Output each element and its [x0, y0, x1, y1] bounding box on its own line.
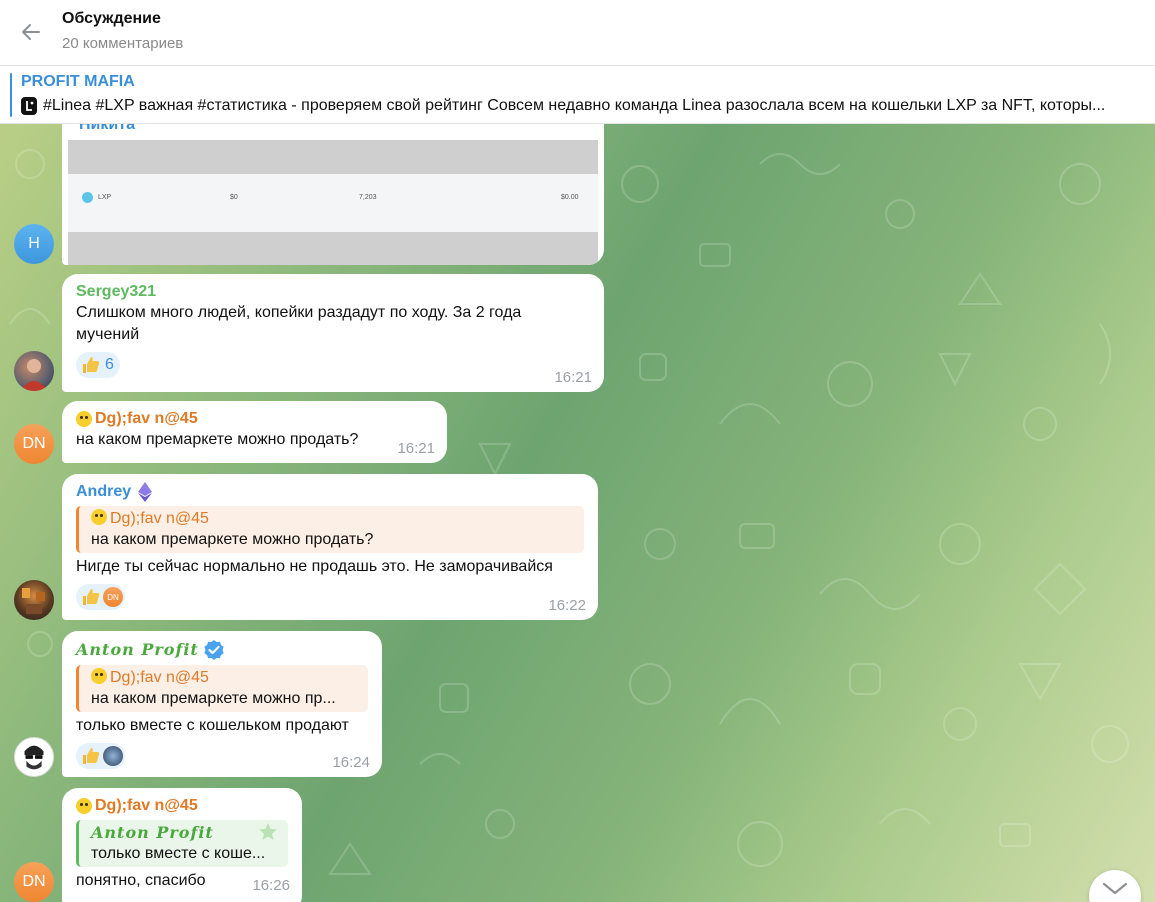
- message-text: только вместе с кошельком продают: [76, 717, 349, 734]
- message-list[interactable]: Никита LXP $0 7,203 $0.00 Н Sergey321 Сл…: [0, 124, 1155, 902]
- sender-name-text: Anton Profit: [76, 640, 199, 659]
- reply-sender-text: Dg);fav n@45: [110, 669, 209, 686]
- user-photo-icon: [20, 359, 48, 391]
- chevron-down-icon: [1102, 882, 1128, 895]
- reply-text: на каком премаркете можно продать?: [91, 531, 374, 548]
- message-text: на каком премаркете можно продать?: [76, 431, 359, 448]
- avatar[interactable]: [14, 737, 54, 777]
- avatar[interactable]: DN: [14, 424, 54, 464]
- reaction-pill[interactable]: DN: [76, 584, 125, 610]
- user-photo-icon: [24, 745, 44, 770]
- pinned-post[interactable]: PROFIT MAFIA #Linea #LXP важная #статист…: [0, 66, 1155, 124]
- thumbs-up-icon: [83, 748, 100, 764]
- sender-name[interactable]: Dg);fav n@45: [76, 796, 288, 816]
- table-cell-amount: 7,203: [359, 194, 377, 201]
- pinned-text-row: #Linea #LXP важная #статистика - проверя…: [21, 95, 1149, 117]
- reactions: [76, 743, 368, 769]
- thumbs-up-icon: [83, 589, 100, 605]
- page-title: Обсуждение: [62, 10, 161, 27]
- message-time: 16:21: [397, 440, 435, 457]
- image-table-row: LXP $0 7,203 $0.00: [82, 186, 592, 212]
- smiley-emoji-icon: [76, 798, 92, 814]
- reply-quote[interactable]: Dg);fav n@45 на каком премаркете можно п…: [76, 665, 368, 712]
- table-cell-price: $0: [230, 194, 238, 201]
- smiley-emoji-icon: [76, 411, 92, 427]
- reply-text: на каком премаркете можно пр...: [91, 690, 336, 707]
- sender-name[interactable]: Andrey: [76, 482, 584, 502]
- reply-sender: Dg);fav n@45: [91, 667, 358, 688]
- sender-name[interactable]: Sergey321: [76, 282, 590, 302]
- sender-name-text: Dg);fav n@45: [95, 797, 198, 814]
- message-text: Слишком много людей, копейки раздадут по…: [76, 304, 522, 343]
- smiley-emoji-icon: [91, 509, 107, 525]
- reaction-count: 6: [105, 356, 114, 373]
- avatar[interactable]: DN: [14, 862, 54, 902]
- pinned-text: #Linea #LXP важная #статистика - проверя…: [43, 97, 1106, 114]
- reaction-pill[interactable]: 6: [76, 352, 120, 378]
- table-cell-value: $0.00: [561, 194, 579, 201]
- smiley-emoji-icon: [91, 668, 107, 684]
- reply-sender: Anton Profit: [91, 823, 214, 842]
- image-gray-band-top: [68, 140, 598, 174]
- verified-badge-icon: [204, 640, 224, 660]
- pinned-channel-name: PROFIT MAFIA: [21, 73, 135, 90]
- image-preview[interactable]: LXP $0 7,203 $0.00: [68, 140, 598, 265]
- star-icon: [259, 823, 277, 840]
- avatar[interactable]: [14, 580, 54, 620]
- sender-name[interactable]: Anton Profit: [76, 639, 368, 661]
- message-bubble[interactable]: Andrey Dg);fav n@45 на каком премаркете …: [62, 474, 598, 620]
- comment-count: 20 комментариев: [62, 35, 184, 52]
- reactor-avatar: DN: [103, 587, 123, 607]
- table-cell-token: LXP: [98, 194, 112, 201]
- ethereum-icon: [138, 482, 153, 502]
- image-caption-partial: Никита: [79, 124, 135, 133]
- thumbs-up-icon: [83, 357, 100, 373]
- reply-sender: Dg);fav n@45: [91, 508, 574, 529]
- image-message-bubble[interactable]: Никита LXP $0 7,203 $0.00: [62, 124, 604, 265]
- chat-header: Обсуждение 20 комментариев: [0, 0, 1155, 66]
- sender-name-text: Dg);fav n@45: [95, 410, 198, 427]
- message-bubble[interactable]: Sergey321 Слишком много людей, копейки р…: [62, 274, 604, 392]
- message-time: 16:21: [554, 369, 592, 386]
- message-text: Нигде ты сейчас нормально не продашь это…: [76, 558, 553, 575]
- user-photo-icon: [22, 588, 45, 614]
- message-bubble[interactable]: Dg);fav n@45 на каком премаркете можно п…: [62, 401, 447, 463]
- reaction-pill[interactable]: [76, 743, 125, 769]
- message-time: 16:22: [548, 597, 586, 614]
- message-bubble[interactable]: Anton Profit Dg);fav n@45 на каком према…: [62, 631, 382, 777]
- reactions: DN: [76, 584, 584, 610]
- reply-sender-text: Dg);fav n@45: [110, 510, 209, 527]
- reactor-avatar: [103, 746, 123, 766]
- sender-name[interactable]: Dg);fav n@45: [76, 409, 433, 429]
- pinned-accent-bar: [10, 73, 12, 117]
- avatar[interactable]: Н: [14, 224, 54, 264]
- reply-quote[interactable]: Dg);fav n@45 на каком премаркете можно п…: [76, 506, 584, 553]
- image-gray-band-bottom: [68, 232, 598, 265]
- message-time: 16:26: [252, 877, 290, 894]
- reactions: 6: [76, 352, 590, 378]
- back-button[interactable]: [16, 17, 46, 47]
- message-time: 16:24: [332, 754, 370, 771]
- message-bubble[interactable]: Dg);fav n@45 Anton Profit только вместе …: [62, 788, 302, 902]
- reply-quote[interactable]: Anton Profit только вместе с коше...: [76, 820, 288, 867]
- reply-text: только вместе с коше...: [91, 845, 266, 862]
- lxp-token-icon: [82, 192, 93, 203]
- avatar[interactable]: [14, 351, 54, 391]
- arrow-left-icon: [22, 24, 40, 40]
- linea-logo-icon: [21, 97, 37, 115]
- sender-name-text: Andrey: [76, 483, 132, 500]
